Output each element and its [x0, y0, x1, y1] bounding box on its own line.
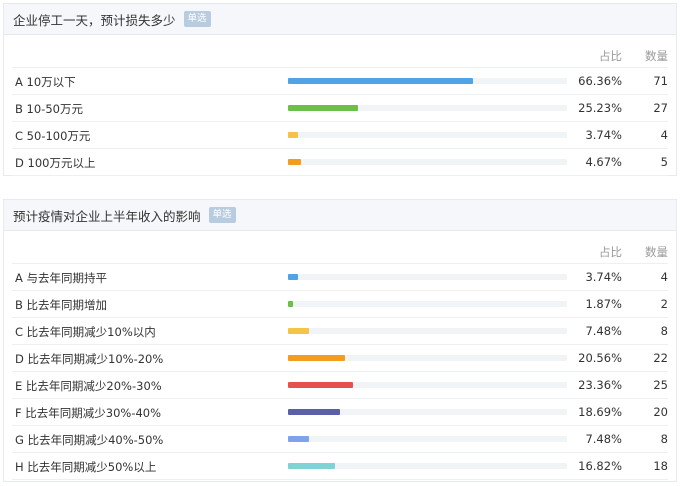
option-count: 8 — [660, 432, 668, 446]
question-card-2: 预计疫情对企业上半年收入的影响 单选 占比 数量 A 与去年同期持平 3.74% 4… — [3, 199, 677, 482]
option-percent: 3.74% — [585, 128, 622, 142]
percent-bar-track — [288, 78, 567, 84]
option-row: B 比去年同期增加 1.87% 2 — [12, 291, 668, 318]
percent-bar-fill — [288, 355, 346, 361]
option-row: A 与去年同期持平 3.74% 4 — [12, 264, 668, 291]
option-percent: 4.67% — [585, 155, 622, 169]
option-count: 8 — [660, 324, 668, 338]
option-row: B 10-50万元 25.23% 27 — [12, 95, 668, 122]
option-label: E 比去年同期减少20%-30% — [15, 379, 162, 393]
question-title: 预计疫情对企业上半年收入的影响 — [13, 208, 201, 224]
percent-bar-track — [288, 328, 567, 334]
column-header-percent: 占比 — [599, 245, 622, 259]
option-count: 22 — [653, 351, 668, 365]
option-row: D 100万元以上 4.67% 5 — [12, 149, 668, 176]
percent-bar-fill — [288, 409, 341, 415]
option-label: H 比去年同期减少50%以上 — [15, 460, 157, 474]
percent-bar-fill — [288, 328, 309, 334]
single-choice-badge: 单选 — [208, 207, 236, 223]
option-count: 27 — [653, 101, 668, 115]
option-label: D 100万元以上 — [15, 156, 96, 170]
column-header-count: 数量 — [645, 245, 668, 259]
option-row: A 10万以下 66.36% 71 — [12, 68, 668, 95]
percent-bar-fill — [288, 274, 299, 280]
option-percent: 66.36% — [578, 74, 622, 88]
option-count: 20 — [653, 405, 668, 419]
option-label: F 比去年同期减少30%-40% — [15, 406, 162, 420]
column-header-percent: 占比 — [599, 49, 622, 63]
option-label: G 比去年同期减少40%-50% — [15, 433, 164, 447]
option-percent: 23.36% — [578, 378, 622, 392]
percent-bar-track — [288, 409, 567, 415]
option-percent: 7.48% — [585, 324, 622, 338]
option-row: C 比去年同期减少10%以内 7.48% 8 — [12, 318, 668, 345]
option-percent: 25.23% — [578, 101, 622, 115]
percent-bar-track — [288, 382, 567, 388]
option-count: 5 — [660, 155, 668, 169]
question-header: 预计疫情对企业上半年收入的影响 单选 — [4, 200, 676, 231]
option-count: 4 — [660, 128, 668, 142]
percent-bar-fill — [288, 78, 474, 84]
percent-bar-track — [288, 355, 567, 361]
option-row: G 比去年同期减少40%-50% 7.48% 8 — [12, 426, 668, 453]
option-row: C 50-100万元 3.74% 4 — [12, 122, 668, 149]
single-choice-badge: 单选 — [183, 11, 211, 27]
option-count: 25 — [653, 378, 668, 392]
option-label: D 比去年同期减少10%-20% — [15, 352, 164, 366]
question-header: 企业停工一天，预计损失多少 单选 — [4, 4, 676, 35]
percent-bar-fill — [288, 159, 302, 165]
option-count: 18 — [653, 459, 668, 473]
option-count: 71 — [653, 74, 668, 88]
option-label: B 10-50万元 — [15, 102, 83, 116]
option-percent: 3.74% — [585, 270, 622, 284]
percent-bar-fill — [288, 436, 309, 442]
option-row: E 比去年同期减少20%-30% 23.36% 25 — [12, 372, 668, 399]
option-label: B 比去年同期增加 — [15, 298, 108, 312]
percent-bar-track — [288, 105, 567, 111]
option-label: C 比去年同期减少10%以内 — [15, 325, 156, 339]
option-percent: 1.87% — [585, 297, 622, 311]
question-title: 企业停工一天，预计损失多少 — [13, 12, 176, 28]
option-percent: 16.82% — [578, 459, 622, 473]
percent-bar-track — [288, 463, 567, 469]
table-header: 占比 数量 — [12, 35, 668, 68]
option-label: C 50-100万元 — [15, 129, 91, 143]
percent-bar-track — [288, 159, 567, 165]
percent-bar-track — [288, 274, 567, 280]
column-header-count: 数量 — [645, 49, 668, 63]
option-list: A 与去年同期持平 3.74% 4 B 比去年同期增加 1.87% 2 C 比去年同期减少1… — [4, 264, 676, 480]
question-card-1: 企业停工一天，预计损失多少 单选 占比 数量 A 10万以下 66.36% 71 B … — [3, 3, 677, 176]
option-row: D 比去年同期减少10%-20% 20.56% 22 — [12, 345, 668, 372]
percent-bar-fill — [288, 382, 354, 388]
percent-bar-fill — [288, 301, 294, 307]
table-header: 占比 数量 — [12, 231, 668, 264]
option-count: 2 — [660, 297, 668, 311]
percent-bar-fill — [288, 105, 359, 111]
option-count: 4 — [660, 270, 668, 284]
percent-bar-track — [288, 301, 567, 307]
option-label: A 10万以下 — [15, 75, 76, 89]
option-label: A 与去年同期持平 — [15, 271, 108, 285]
option-row: F 比去年同期减少30%-40% 18.69% 20 — [12, 399, 668, 426]
percent-bar-track — [288, 132, 567, 138]
percent-bar-track — [288, 436, 567, 442]
option-list: A 10万以下 66.36% 71 B 10-50万元 25.23% 27 C 50-100… — [4, 68, 676, 176]
option-percent: 20.56% — [578, 351, 622, 365]
percent-bar-fill — [288, 463, 335, 469]
option-percent: 7.48% — [585, 432, 622, 446]
option-row: H 比去年同期减少50%以上 16.82% 18 — [12, 453, 668, 480]
option-percent: 18.69% — [578, 405, 622, 419]
percent-bar-fill — [288, 132, 299, 138]
